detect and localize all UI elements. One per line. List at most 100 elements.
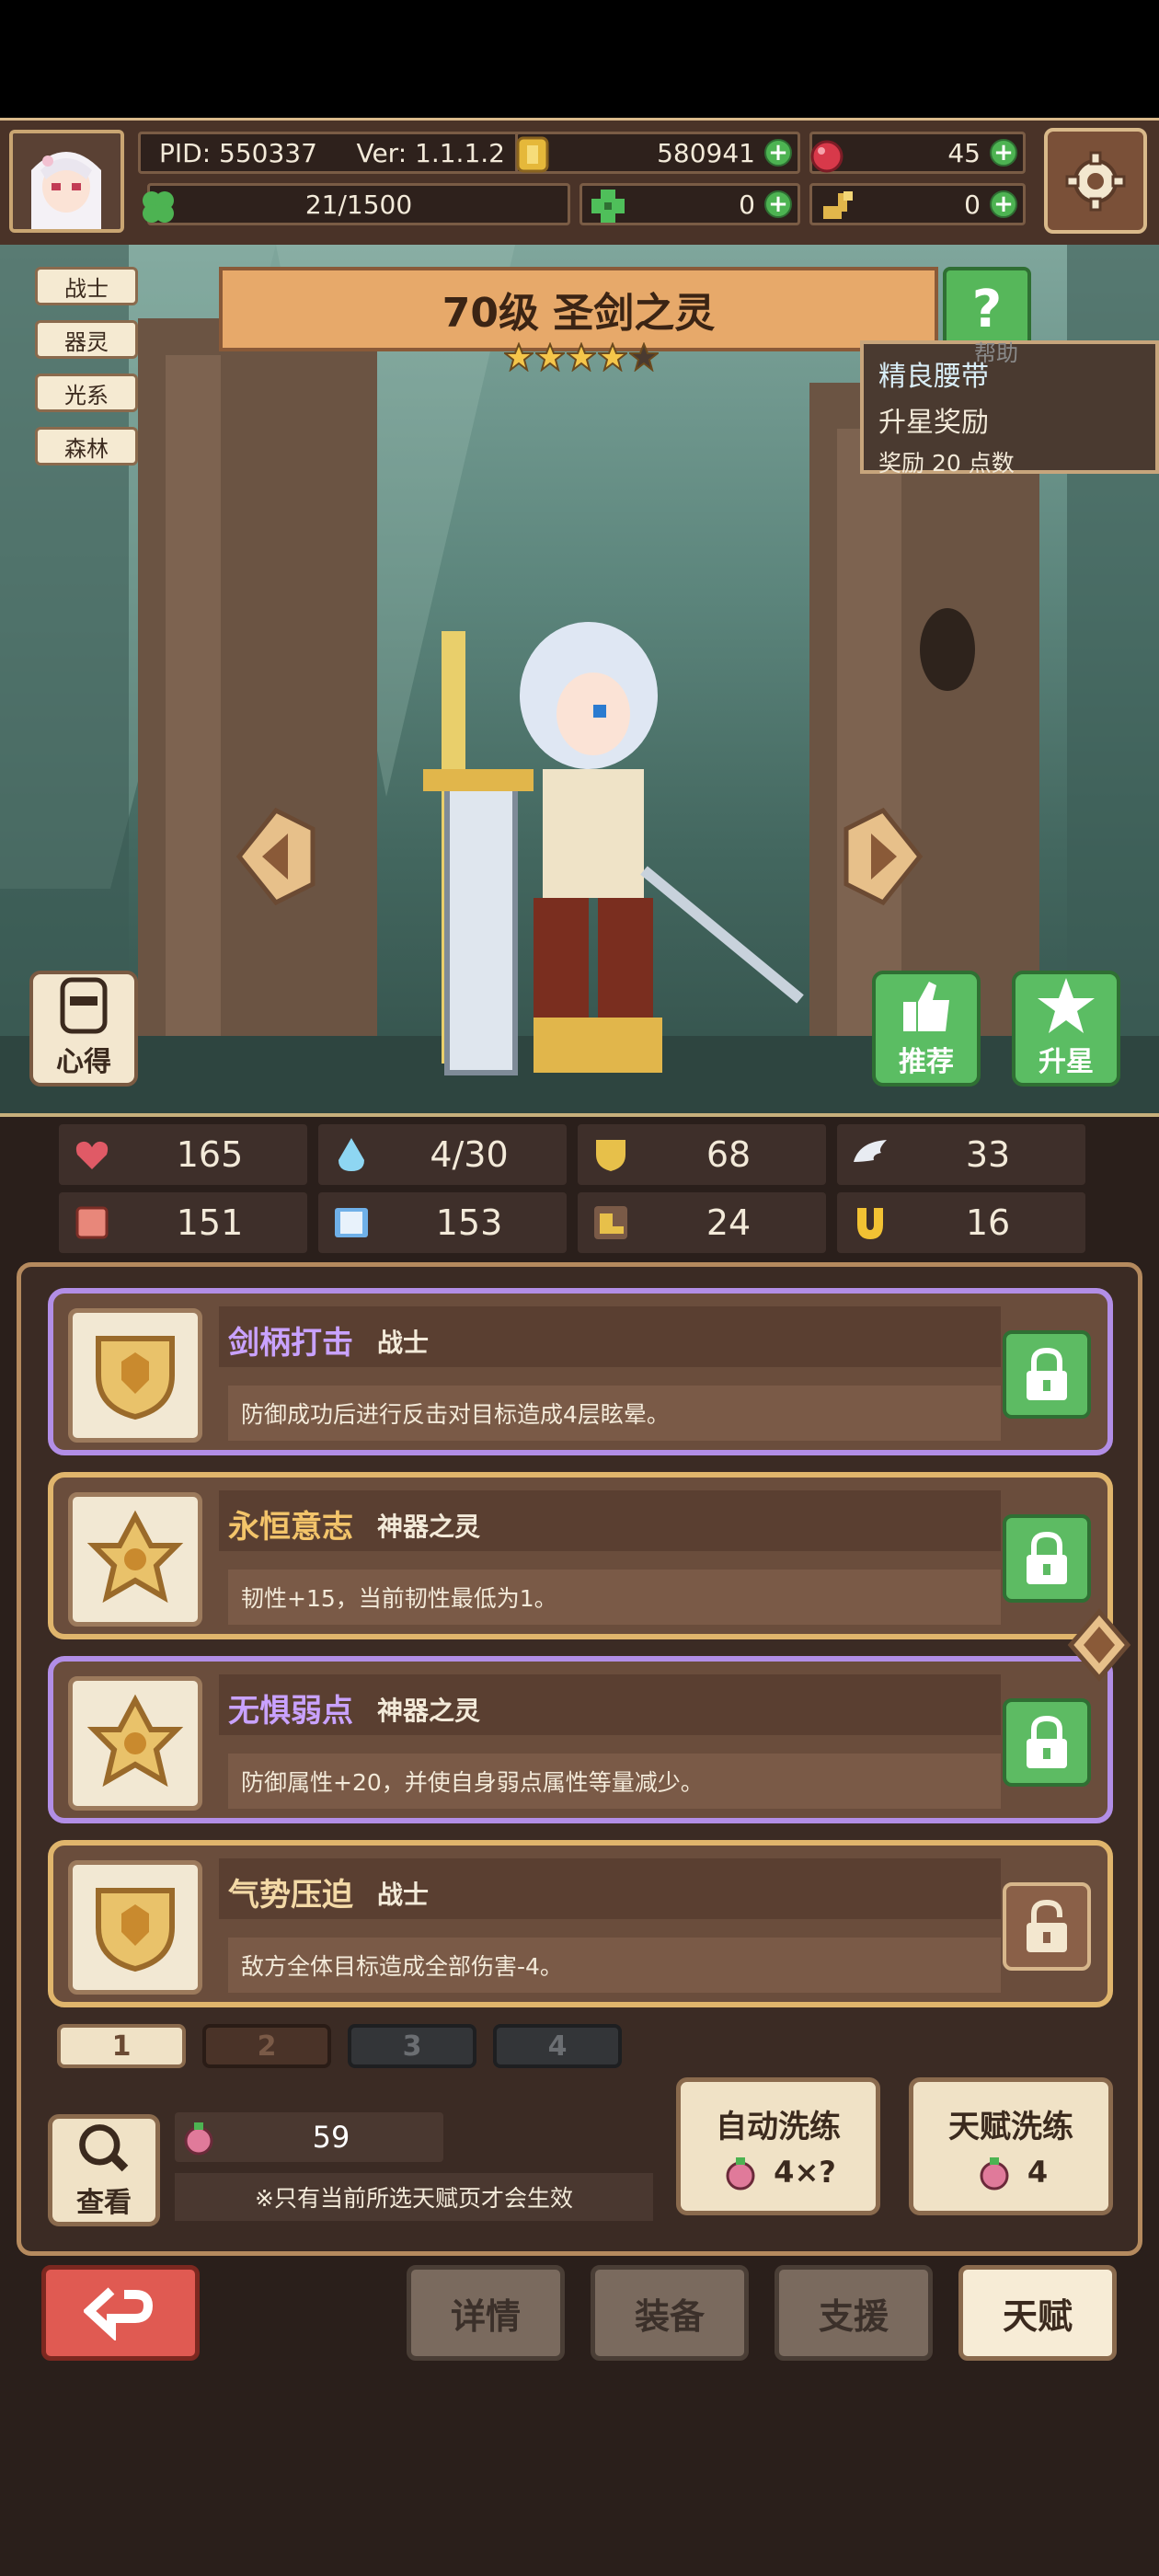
nav-support-button[interactable]: 支援: [775, 2265, 933, 2361]
green-clover-icon: [590, 188, 626, 231]
star-rating: [504, 342, 659, 372]
potion-counter: 59: [175, 2112, 443, 2162]
talent-page-tab-2[interactable]: 2: [202, 2024, 331, 2068]
scroll-handle[interactable]: [1067, 1608, 1131, 1682]
add-clover-button[interactable]: +: [764, 190, 792, 218]
talent-refine-button[interactable]: 天赋洗练 4: [909, 2077, 1113, 2215]
talent-lock-toggle[interactable]: [1003, 1882, 1091, 1971]
gold-coin-icon: [514, 136, 551, 179]
stat-value: 4/30: [430, 1134, 509, 1175]
reward-points: 奖励 20 点数: [878, 450, 1015, 477]
recommend-button[interactable]: 推荐: [872, 971, 981, 1087]
nav-talent-button[interactable]: 天赋: [958, 2265, 1117, 2361]
talent-page-tabs: 1234: [57, 2024, 622, 2068]
talent-description: 韧性+15，当前韧性最低为1。: [228, 1570, 1001, 1625]
star-filled-icon: [535, 342, 565, 372]
energy-amount: 21/1500: [304, 189, 413, 220]
talent-type: 战士: [377, 1328, 430, 1358]
talent-name: 剑柄打击: [228, 1325, 353, 1362]
resource-bar: PID: 550337 Ver: 1.1.1.2 580941 + 45 + 2…: [0, 118, 1159, 247]
crown-emblem-icon: [86, 1510, 184, 1604]
shield-icon: [591, 1134, 631, 1175]
return-arrow-icon: [84, 2287, 154, 2340]
stats-grid: 165 4/30 68 33 151 153 24 16: [59, 1124, 1098, 1253]
talent-lock-toggle[interactable]: [1003, 1330, 1091, 1419]
help-question-icon: ?: [971, 279, 1003, 339]
ruby-gem-icon: [809, 136, 845, 179]
notes-label: 心得: [56, 1046, 111, 1078]
gem-amount: 45: [947, 137, 981, 168]
talent-page-tab-4[interactable]: 4: [493, 2024, 622, 2068]
chevron-right-icon: [843, 807, 924, 906]
stat-value: 151: [176, 1202, 244, 1243]
stat-book: 153: [318, 1192, 567, 1253]
star-filled-icon: [567, 342, 596, 372]
star-up-label: 升星: [1039, 1046, 1094, 1078]
status-bar-area: [0, 0, 1159, 118]
stat-fist: 151: [59, 1192, 307, 1253]
talent-lock-toggle[interactable]: [1003, 1514, 1091, 1603]
star-up-button[interactable]: 升星: [1012, 971, 1120, 1087]
tag-type: 器灵: [35, 320, 138, 359]
talent-type: 战士: [377, 1880, 430, 1910]
add-key-button[interactable]: +: [990, 190, 1017, 218]
hero-sprite: [423, 622, 804, 1075]
avatar-portrait-icon: [13, 133, 120, 229]
talent-type: 神器之灵: [377, 1696, 481, 1726]
tag-terrain: 森林: [35, 427, 138, 466]
talent-name: 气势压迫: [228, 1877, 353, 1914]
gem-pill: 45 +: [809, 132, 1026, 174]
energy-pill: 21/1500: [143, 183, 570, 225]
talent-card[interactable]: 永恒意志 神器之灵 韧性+15，当前韧性最低为1。: [48, 1472, 1113, 1639]
thumbs-up-icon: [903, 982, 949, 1031]
talent-card[interactable]: 无惧弱点 神器之灵 防御属性+20，并使自身弱点属性等量减少。: [48, 1656, 1113, 1823]
potion-count: 59: [312, 2120, 350, 2155]
talent-card[interactable]: 气势压迫 战士敌方全体目标造成全部伤害-4。: [48, 1840, 1113, 2007]
heart-icon: [72, 1134, 112, 1175]
talent-card[interactable]: 剑柄打击 战士防御成功后进行反击对目标造成4层眩晕。: [48, 1288, 1113, 1455]
gold-pill: 580941 +: [515, 132, 800, 174]
key-amount: 0: [964, 189, 981, 220]
talent-name: 无惧弱点: [228, 1693, 353, 1730]
active-page-note: ※只有当前所选天赋页才会生效: [175, 2173, 653, 2221]
chevron-left-icon: [235, 807, 316, 906]
settings-button[interactable]: [1044, 128, 1147, 234]
stat-value: 33: [965, 1134, 1011, 1175]
recommend-label: 推荐: [899, 1046, 954, 1078]
gold-amount: 580941: [657, 137, 755, 168]
talent-icon: [68, 1308, 202, 1443]
talent-description-text: 敌方全体目标造成全部伤害-4。: [241, 1953, 563, 1980]
potion-icon: [980, 2156, 1009, 2190]
back-button[interactable]: [41, 2265, 200, 2361]
prev-hero-button[interactable]: [235, 806, 317, 907]
book-icon: [331, 1202, 372, 1243]
auto-refine-cost: 4×?: [774, 2154, 836, 2190]
auto-refine-button[interactable]: 自动洗练 4×?: [676, 2077, 880, 2215]
key-icon: [820, 188, 856, 231]
lock-closed-icon: [1027, 1531, 1067, 1584]
player-avatar[interactable]: [9, 130, 124, 233]
next-hero-button[interactable]: [842, 806, 924, 907]
talent-page-tab-3[interactable]: 3: [348, 2024, 476, 2068]
talent-icon: [68, 1492, 202, 1627]
talent-lock-toggle[interactable]: [1003, 1698, 1091, 1787]
star-reward-tooltip: 帮助 精良腰带 升星奖励 奖励 20 点数: [860, 340, 1159, 477]
notes-button[interactable]: 心得: [29, 971, 138, 1087]
clover-amount: 0: [739, 189, 755, 220]
potion-icon: [184, 2122, 213, 2156]
nav-details-button[interactable]: 详情: [407, 2265, 565, 2361]
nav-equipment-button[interactable]: 装备: [591, 2265, 749, 2361]
star-filled-icon: [598, 342, 627, 372]
stat-value: 24: [706, 1202, 752, 1243]
talent-description: 防御成功后进行反击对目标造成4层眩晕。: [228, 1386, 1001, 1441]
drop-icon: [331, 1134, 372, 1175]
talent-page-tab-1[interactable]: 1: [57, 2024, 186, 2068]
tag-class: 战士: [35, 267, 138, 305]
talent-icon: [68, 1860, 202, 1995]
diamond-handle-icon: [1067, 1608, 1131, 1682]
add-gold-button[interactable]: +: [764, 139, 792, 167]
magnet-icon: [850, 1202, 890, 1243]
add-gem-button[interactable]: +: [990, 139, 1017, 167]
lock-open-icon: [1027, 1899, 1067, 1952]
view-button[interactable]: 查看: [48, 2114, 160, 2226]
